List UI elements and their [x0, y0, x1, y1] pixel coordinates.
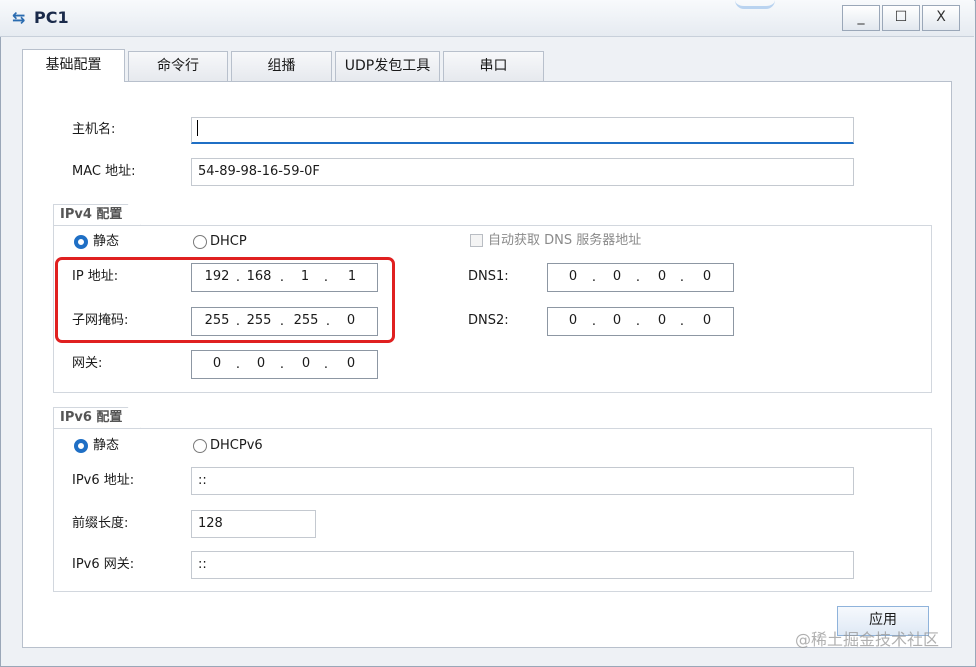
watermark-text: @稀土掘金技术社区 — [795, 630, 940, 649]
ipv6-static-radio[interactable] — [74, 439, 88, 453]
dns1-input[interactable]: 0 . 0 . 0 . 0 — [547, 263, 734, 292]
ipv4-dhcp-label: DHCP — [210, 234, 247, 249]
prefix-length-input[interactable]: 128 — [191, 510, 316, 538]
ipv6-static-label: 静态 — [93, 438, 120, 453]
dns1-dot: . — [679, 270, 685, 285]
gateway-octet-1: 0 — [212, 356, 222, 371]
auto-dns-checkbox[interactable] — [470, 234, 483, 247]
tab-multicast[interactable]: 组播 — [231, 51, 332, 81]
dns1-dot: . — [635, 270, 641, 285]
dns1-octet-2: 0 — [612, 269, 622, 284]
mac-address-field[interactable]: 54-89-98-16-59-0F — [191, 158, 854, 186]
gateway-dot: . — [235, 357, 241, 372]
ipv6-dhcp-label: DHCPv6 — [210, 438, 263, 453]
dns2-input[interactable]: 0 . 0 . 0 . 0 — [547, 307, 734, 336]
tab-udp-tool[interactable]: UDP发包工具 — [335, 51, 440, 81]
dns1-octet-3: 0 — [657, 269, 667, 284]
tab-basic-config[interactable]: 基础配置 — [22, 49, 125, 82]
ipv4-dhcp-radio[interactable] — [193, 235, 207, 249]
app-icon: ⇆ — [12, 8, 26, 27]
gateway-octet-3: 0 — [301, 356, 311, 371]
ipv6-gateway-input[interactable]: :: — [191, 551, 854, 579]
dns1-octet-4: 0 — [702, 269, 712, 284]
text-cursor — [197, 120, 198, 136]
auto-dns-label: 自动获取 DNS 服务器地址 — [488, 233, 642, 248]
window-title: PC1 — [34, 8, 69, 27]
maximize-button[interactable]: ☐ — [882, 5, 920, 31]
gateway-octet-2: 0 — [256, 356, 266, 371]
dns2-dot: . — [679, 314, 685, 329]
dns2-dot: . — [635, 314, 641, 329]
tab-command-line[interactable]: 命令行 — [128, 51, 228, 81]
hostname-input[interactable] — [191, 117, 854, 144]
dns1-label: DNS1: — [468, 269, 509, 284]
hostname-label: 主机名: — [72, 122, 116, 137]
dns2-octet-1: 0 — [568, 313, 578, 328]
dns2-dot: . — [591, 314, 597, 329]
highlight-annotation — [55, 257, 395, 343]
tab-serial-port[interactable]: 串口 — [443, 51, 544, 81]
gateway-label: 网关: — [72, 356, 103, 371]
dns2-octet-4: 0 — [702, 313, 712, 328]
dns2-octet-3: 0 — [657, 313, 667, 328]
ipv4-static-label: 静态 — [93, 234, 120, 249]
background-decoration — [735, 0, 775, 9]
ipv6-dhcp-radio[interactable] — [193, 439, 207, 453]
dns1-dot: . — [591, 270, 597, 285]
gateway-dot: . — [323, 357, 329, 372]
ipv6-group-title: IPv6 配置 — [53, 407, 141, 429]
dns2-label: DNS2: — [468, 313, 509, 328]
minimize-button[interactable]: _ — [842, 5, 880, 31]
gateway-input[interactable]: 0 . 0 . 0 . 0 — [191, 350, 378, 379]
gateway-octet-4: 0 — [346, 356, 356, 371]
mac-label: MAC 地址: — [72, 164, 136, 179]
ipv6-address-label: IPv6 地址: — [72, 473, 135, 488]
ipv4-group-title: IPv4 配置 — [53, 204, 141, 226]
close-button[interactable]: X — [922, 5, 960, 31]
ipv4-static-radio[interactable] — [74, 235, 88, 249]
gateway-dot: . — [279, 357, 285, 372]
dns2-octet-2: 0 — [612, 313, 622, 328]
title-bar[interactable] — [0, 0, 974, 37]
ipv6-gateway-label: IPv6 网关: — [72, 557, 135, 572]
ipv6-address-input[interactable]: :: — [191, 467, 854, 495]
prefix-length-label: 前缀长度: — [72, 516, 129, 531]
dns1-octet-1: 0 — [568, 269, 578, 284]
